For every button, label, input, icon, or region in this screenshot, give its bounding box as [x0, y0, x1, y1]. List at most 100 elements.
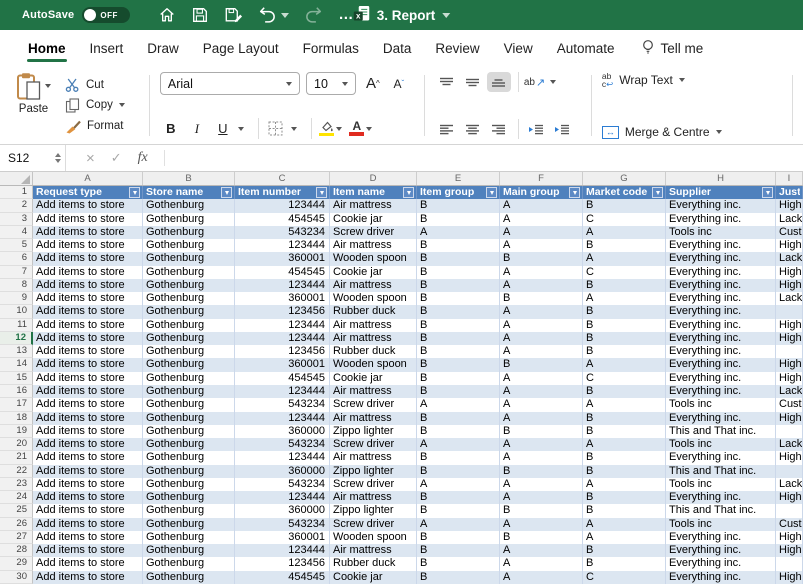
grid-cell[interactable]: Air mattress — [330, 385, 417, 398]
grid-cell[interactable]: Everything inc. — [666, 279, 776, 292]
grid-cell[interactable]: B — [417, 239, 500, 252]
grid-cell[interactable]: High — [776, 319, 803, 332]
grid-cell[interactable]: B — [417, 557, 500, 570]
grid-cell[interactable]: Zippo lighter — [330, 425, 417, 438]
grid-cell[interactable]: Add items to store — [33, 425, 143, 438]
grid-cell[interactable]: 360001 — [235, 531, 330, 544]
row-header-11[interactable]: 11 — [0, 319, 33, 332]
grid-cell[interactable]: Tools inc — [666, 398, 776, 411]
grid-cell[interactable]: 123456 — [235, 557, 330, 570]
grid-cell[interactable]: Gothenburg — [143, 557, 235, 570]
grid-cell[interactable]: 360000 — [235, 504, 330, 517]
grid-cell[interactable]: A — [500, 478, 583, 491]
grid-cell[interactable]: Add items to store — [33, 491, 143, 504]
name-box[interactable]: S12 — [0, 145, 66, 171]
grid-cell[interactable]: Add items to store — [33, 292, 143, 305]
grid-cell[interactable]: A — [500, 372, 583, 385]
grid-cell[interactable]: Lack — [776, 292, 803, 305]
grid-cell[interactable]: Gothenburg — [143, 478, 235, 491]
grid-cell[interactable]: B — [583, 491, 666, 504]
grid-cell[interactable]: Gothenburg — [143, 319, 235, 332]
document-title[interactable]: 3. Report — [377, 8, 436, 23]
grid-cell[interactable]: Gothenburg — [143, 358, 235, 371]
align-left-button[interactable] — [435, 119, 459, 139]
grid-cell[interactable]: Air mattress — [330, 332, 417, 345]
undo-icon[interactable] — [258, 6, 289, 24]
grid-cell[interactable]: B — [417, 491, 500, 504]
grid-cell[interactable]: Air mattress — [330, 491, 417, 504]
grid-cell[interactable]: B — [583, 451, 666, 464]
grid-cell[interactable]: B — [417, 451, 500, 464]
grid-cell[interactable]: Tools inc — [666, 438, 776, 451]
grid-cell[interactable]: Lack — [776, 252, 803, 265]
grid-cell[interactable]: A — [500, 279, 583, 292]
row-header-20[interactable]: 20 — [0, 438, 33, 451]
grid-cell[interactable]: B — [583, 557, 666, 570]
grid-cell[interactable]: B — [417, 332, 500, 345]
grid-cell[interactable]: Everything inc. — [666, 199, 776, 212]
grid-cell[interactable]: 360001 — [235, 292, 330, 305]
grid-cell[interactable]: A — [500, 266, 583, 279]
grid-cell[interactable]: Air mattress — [330, 451, 417, 464]
grid-cell[interactable]: 454545 — [235, 266, 330, 279]
grid-cell[interactable]: B — [417, 412, 500, 425]
grid-cell[interactable]: Everything inc. — [666, 372, 776, 385]
grid-cell[interactable]: Add items to store — [33, 412, 143, 425]
grid-cell[interactable]: A — [583, 358, 666, 371]
grid-cell[interactable]: 123444 — [235, 319, 330, 332]
filter-dropdown-icon[interactable] — [316, 187, 327, 198]
grid-cell[interactable]: B — [583, 319, 666, 332]
grid-cell[interactable]: Add items to store — [33, 279, 143, 292]
grid-cell[interactable]: High — [776, 571, 803, 584]
grid-cell[interactable] — [776, 345, 803, 358]
grid-cell[interactable]: Screw driver — [330, 438, 417, 451]
paste-button[interactable]: Paste — [16, 72, 51, 139]
grid-cell[interactable]: Gothenburg — [143, 345, 235, 358]
filter-dropdown-icon[interactable] — [403, 187, 414, 198]
ribbon-tab-home[interactable]: Home — [16, 31, 78, 67]
grid-cell[interactable]: B — [500, 465, 583, 478]
table-header-cell[interactable]: Store name — [143, 186, 235, 199]
grid-cell[interactable]: A — [417, 438, 500, 451]
grid-cell[interactable]: B — [583, 504, 666, 517]
grid-cell[interactable]: 454545 — [235, 571, 330, 584]
grid-cell[interactable]: A — [500, 412, 583, 425]
grid-cell[interactable]: A — [500, 385, 583, 398]
grid-cell[interactable]: Add items to store — [33, 557, 143, 570]
grid-cell[interactable]: A — [500, 451, 583, 464]
row-header-12[interactable]: 12 — [0, 332, 33, 345]
underline-chevron-icon[interactable] — [238, 127, 244, 131]
grid-cell[interactable]: A — [500, 398, 583, 411]
grid-cell[interactable]: B — [417, 199, 500, 212]
grid-cell[interactable]: 360001 — [235, 252, 330, 265]
grid-cell[interactable]: Gothenburg — [143, 491, 235, 504]
grid-cell[interactable]: Everything inc. — [666, 345, 776, 358]
grid-cell[interactable]: 123444 — [235, 412, 330, 425]
grid-cell[interactable]: 123444 — [235, 239, 330, 252]
grid-cell[interactable]: Everything inc. — [666, 305, 776, 318]
grid-cell[interactable]: High — [776, 412, 803, 425]
row-header-13[interactable]: 13 — [0, 345, 33, 358]
font-size-select[interactable]: 10 — [306, 72, 356, 95]
grid-cell[interactable]: Gothenburg — [143, 425, 235, 438]
row-header-27[interactable]: 27 — [0, 531, 33, 544]
grid-cell[interactable]: Add items to store — [33, 571, 143, 584]
column-header-G[interactable]: G — [583, 172, 666, 185]
grid-cell[interactable]: Zippo lighter — [330, 465, 417, 478]
grid-cell[interactable]: Cookie jar — [330, 266, 417, 279]
decrease-indent-button[interactable] — [524, 119, 548, 139]
grid-cell[interactable]: 360000 — [235, 465, 330, 478]
column-header-I[interactable]: I — [776, 172, 803, 185]
grid-cell[interactable]: A — [500, 239, 583, 252]
grid-cell[interactable]: A — [583, 531, 666, 544]
tell-me-button[interactable]: Tell me — [641, 39, 704, 58]
grid-cell[interactable]: Lack — [776, 385, 803, 398]
select-all-corner[interactable] — [0, 172, 33, 185]
row-header-22[interactable]: 22 — [0, 465, 33, 478]
grid-cell[interactable]: C — [583, 372, 666, 385]
grid-cell[interactable]: A — [500, 544, 583, 557]
grid-cell[interactable]: A — [417, 478, 500, 491]
grid-cell[interactable]: Everything inc. — [666, 292, 776, 305]
grid-cell[interactable]: Add items to store — [33, 531, 143, 544]
grid-cell[interactable]: B — [583, 279, 666, 292]
